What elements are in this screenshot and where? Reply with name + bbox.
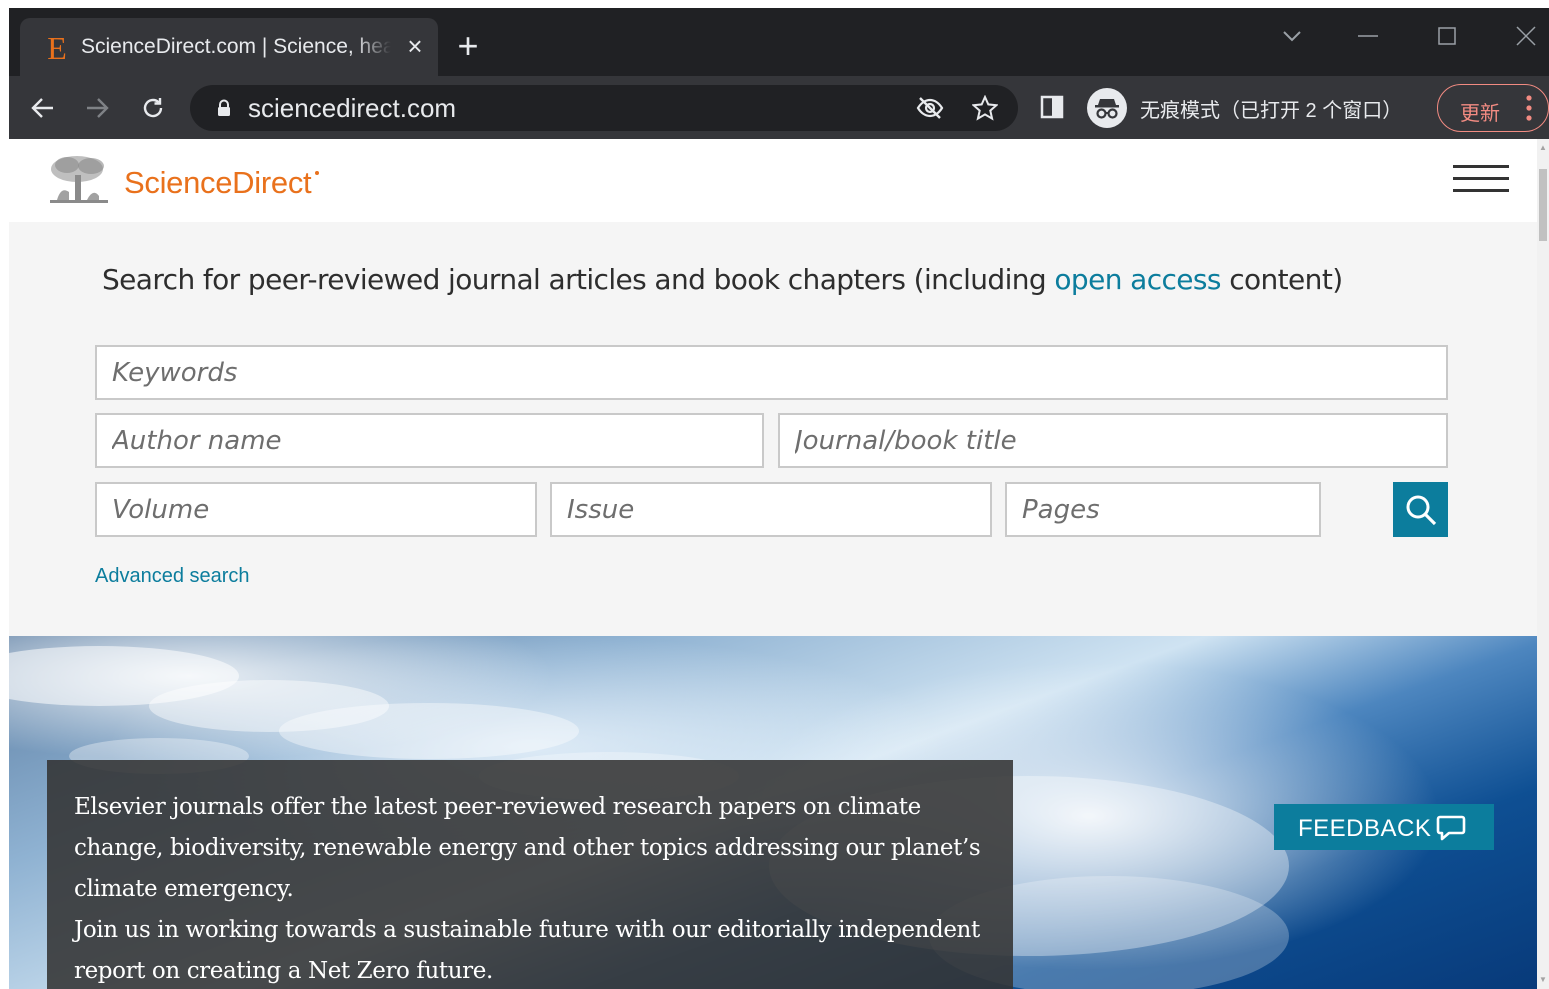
update-label: 更新 <box>1460 103 1500 125</box>
lock-icon <box>218 99 230 116</box>
scrollbar-thumb[interactable] <box>1539 169 1547 241</box>
arrow-left-icon <box>31 98 53 118</box>
tracking-protection-button[interactable] <box>915 93 945 123</box>
maximize-button[interactable] <box>1424 16 1470 56</box>
author-input[interactable] <box>97 415 762 466</box>
registered-mark <box>315 171 319 175</box>
issue-field[interactable] <box>550 482 992 537</box>
eye-off-icon <box>916 97 944 119</box>
minimize-icon <box>1358 35 1378 37</box>
journal-input[interactable] <box>780 415 1446 466</box>
chat-bubble-icon <box>1436 815 1466 841</box>
feedback-label: FEEDBACK <box>1298 815 1432 842</box>
site-header: ScienceDirect <box>9 139 1537 222</box>
side-panel-icon <box>1040 95 1064 119</box>
forward-button[interactable] <box>77 88 117 128</box>
incognito-label: 无痕模式（已打开 2 个窗口） <box>1140 100 1403 122</box>
advanced-search-link[interactable]: Advanced search <box>95 565 250 588</box>
banner-text: Elsevier journals offer the latest peer-… <box>74 787 994 989</box>
pages-field[interactable] <box>1005 482 1321 537</box>
bookmark-button[interactable] <box>970 93 1000 123</box>
incognito-icon <box>1095 99 1119 119</box>
url-text: sciencedirect.com <box>248 93 457 123</box>
keywords-field[interactable] <box>95 345 1448 400</box>
close-window-button[interactable] <box>1503 16 1549 56</box>
update-button[interactable]: 更新 <box>1437 84 1549 132</box>
volume-field[interactable] <box>95 482 537 537</box>
minimize-button[interactable] <box>1345 16 1391 56</box>
scroll-down-icon[interactable]: ▼ <box>1539 975 1547 985</box>
menu-button[interactable] <box>1453 165 1509 193</box>
issue-input[interactable] <box>552 484 990 535</box>
star-icon <box>972 95 998 121</box>
search-heading-suffix: content) <box>1220 263 1343 296</box>
arrow-right-icon <box>87 98 109 118</box>
incognito-avatar[interactable] <box>1087 88 1127 128</box>
close-icon <box>1516 26 1536 46</box>
more-vert-icon <box>1526 95 1532 121</box>
scroll-up-icon[interactable]: ▲ <box>1539 143 1547 153</box>
sciencedirect-logo-text[interactable]: ScienceDirect <box>124 165 312 201</box>
side-panel-button[interactable] <box>1037 92 1067 122</box>
journal-field[interactable] <box>778 413 1448 468</box>
elsevier-tree-logo-icon[interactable] <box>47 153 111 209</box>
banner-paragraph-net-zero[interactable]: Join us in working towards a sustainable… <box>74 910 994 989</box>
tab-title: ScienceDirect.com | Science, health and … <box>81 35 391 58</box>
volume-input[interactable] <box>97 484 535 535</box>
browser-chrome: E ScienceDirect.com | Science, health an… <box>9 8 1549 139</box>
banner-text-box: Elsevier journals offer the latest peer-… <box>47 760 1013 989</box>
tab-search-button[interactable] <box>1269 16 1315 56</box>
hamburger-line <box>1453 177 1509 180</box>
search-submit-button[interactable] <box>1393 482 1448 537</box>
page-scrollbar[interactable]: ▲ ▼ <box>1537 139 1549 989</box>
chevron-down-icon <box>1283 31 1301 42</box>
keywords-input[interactable] <box>97 347 1446 398</box>
back-button[interactable] <box>23 88 63 128</box>
reload-button[interactable] <box>133 88 173 128</box>
author-field[interactable] <box>95 413 764 468</box>
new-tab-button[interactable]: + <box>452 26 484 66</box>
tab-close-icon[interactable]: × <box>403 32 427 60</box>
hamburger-line <box>1453 165 1509 168</box>
web-page: ScienceDirect Search for peer-reviewed j… <box>9 139 1537 989</box>
search-heading-prefix: Search for peer-reviewed journal article… <box>102 263 1055 296</box>
open-access-link[interactable]: open access <box>1054 263 1221 296</box>
browser-toolbar: sciencedirect.com 无痕模式（已打开 2 个窗口） 更新 <box>9 76 1549 139</box>
banner-paragraph-climate: Elsevier journals offer the latest peer-… <box>74 794 981 902</box>
elsevier-favicon-icon: E <box>47 30 67 66</box>
hamburger-line <box>1453 189 1509 192</box>
pages-input[interactable] <box>1007 484 1319 535</box>
feedback-button[interactable]: FEEDBACK <box>1274 804 1494 850</box>
address-bar[interactable]: sciencedirect.com <box>190 85 1018 131</box>
reload-icon <box>143 98 163 118</box>
tab-strip: E ScienceDirect.com | Science, health an… <box>9 8 1549 76</box>
maximize-icon <box>1438 27 1456 45</box>
search-heading: Search for peer-reviewed journal article… <box>102 263 1343 296</box>
browser-window: E ScienceDirect.com | Science, health an… <box>0 0 1549 989</box>
active-tab[interactable]: E ScienceDirect.com | Science, health an… <box>20 18 438 76</box>
search-icon <box>1406 495 1436 525</box>
